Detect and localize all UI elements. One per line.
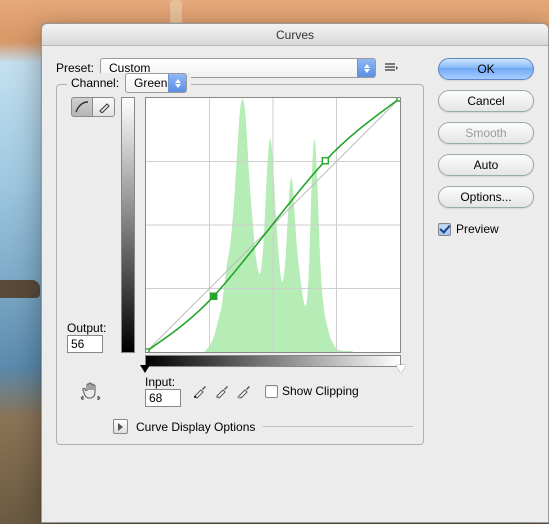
show-clipping-checkbox[interactable]	[265, 385, 278, 398]
white-eyedropper[interactable]	[235, 382, 253, 400]
curve-point-tool[interactable]	[71, 97, 93, 117]
cancel-button[interactable]: Cancel	[438, 90, 534, 112]
on-image-adjust-tool[interactable]	[80, 381, 102, 401]
channel-select[interactable]: Green	[125, 73, 187, 93]
output-field[interactable]: 56	[67, 335, 103, 353]
input-gradient	[145, 355, 401, 367]
channel-label: Channel:	[71, 76, 119, 90]
input-label: Input:	[145, 375, 181, 389]
preset-menu-icon[interactable]	[382, 61, 400, 75]
auto-button[interactable]: Auto	[438, 154, 534, 176]
ok-button[interactable]: OK	[438, 58, 534, 80]
divider	[263, 426, 413, 427]
curves-svg	[146, 98, 400, 352]
input-field[interactable]: 68	[145, 389, 181, 407]
channel-fieldset: Channel: Green	[56, 84, 424, 445]
white-point-slider[interactable]	[396, 365, 406, 373]
preview-checkbox[interactable]	[438, 223, 451, 236]
options-button[interactable]: Options...	[438, 186, 534, 208]
curves-dialog: Curves Preset: Custom Channel: Green	[41, 23, 549, 523]
titlebar: Curves	[42, 24, 548, 46]
curve-display-label: Curve Display Options	[136, 420, 255, 434]
curves-graph[interactable]	[145, 97, 401, 353]
curve-draw-tool[interactable]	[93, 97, 115, 117]
show-clipping-label: Show Clipping	[282, 384, 359, 398]
output-label: Output:	[67, 321, 115, 335]
preview-label: Preview	[456, 222, 499, 236]
select-arrows-icon	[357, 59, 375, 77]
smooth-button[interactable]: Smooth	[438, 122, 534, 144]
black-point-slider[interactable]	[140, 365, 150, 373]
gray-eyedropper[interactable]	[213, 382, 231, 400]
output-gradient	[121, 97, 135, 353]
black-eyedropper[interactable]	[191, 382, 209, 400]
select-arrows-icon	[168, 74, 186, 92]
channel-value: Green	[134, 76, 167, 90]
curve-display-disclosure[interactable]	[113, 419, 128, 434]
window-title: Curves	[276, 28, 314, 42]
